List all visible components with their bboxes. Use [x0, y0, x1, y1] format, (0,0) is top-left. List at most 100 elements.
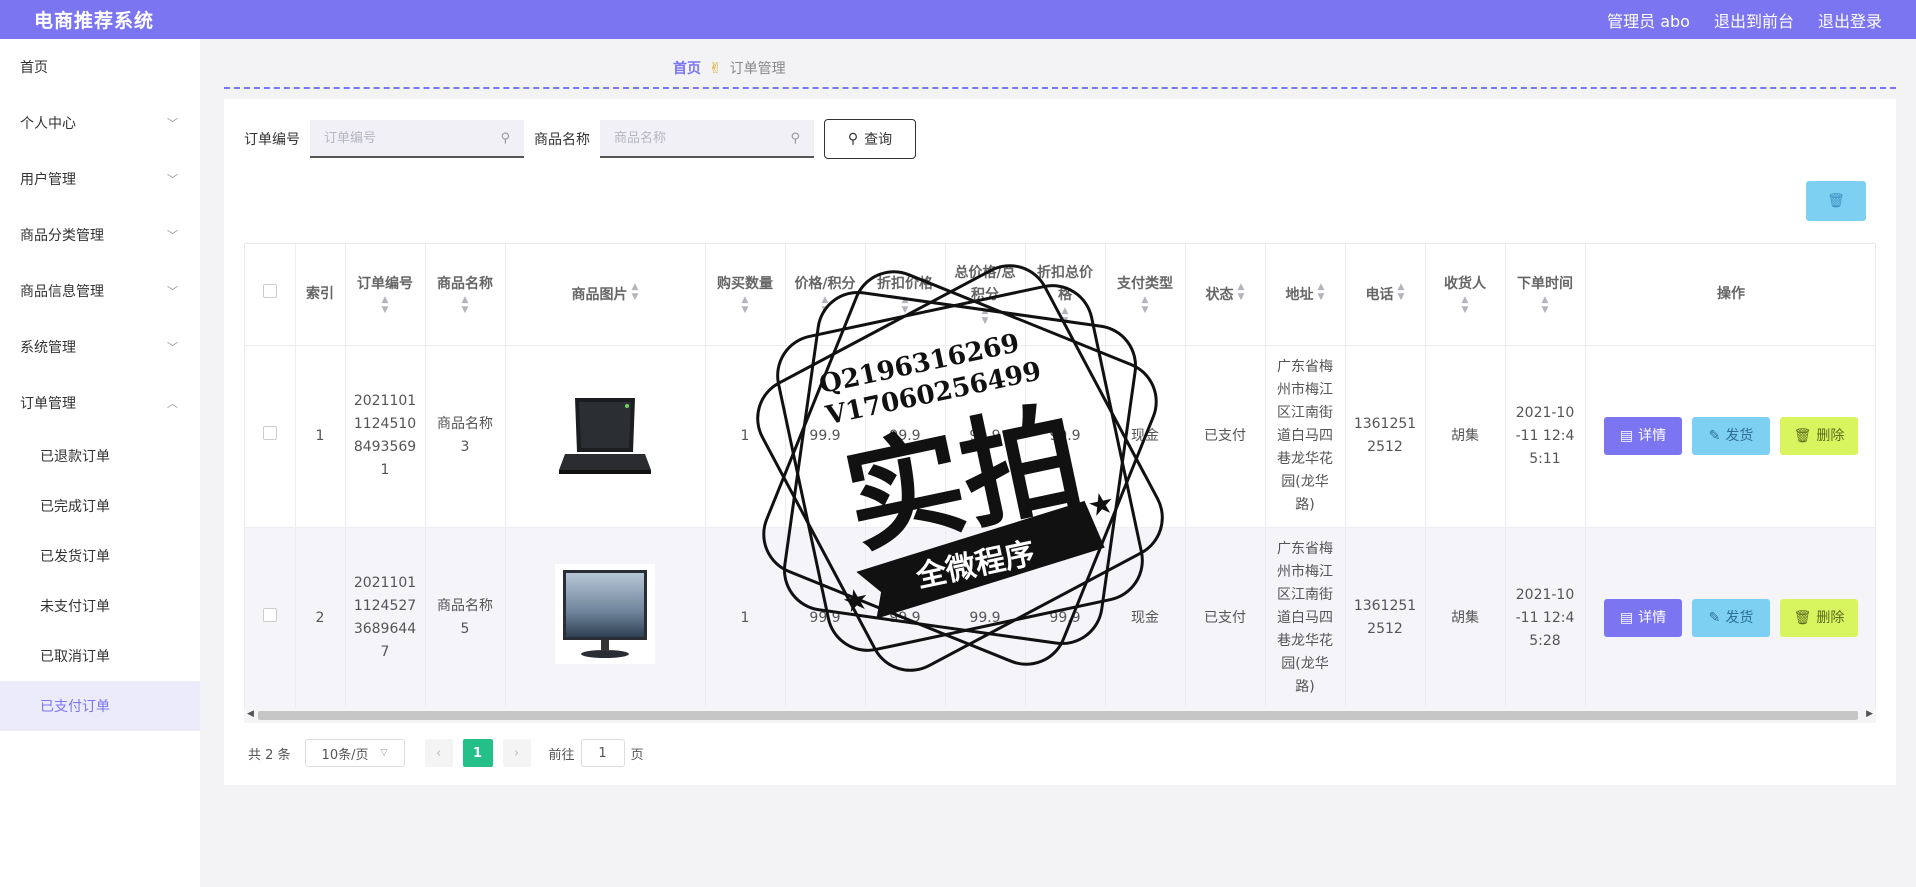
sidebar-item-product-management[interactable]: 商品信息管理 ﹀	[0, 263, 200, 319]
sort-icon[interactable]: ▲ ▼	[712, 295, 779, 315]
goto-page-input[interactable]	[580, 739, 625, 767]
chevron-down-icon: ﹀	[167, 173, 178, 186]
sort-icon[interactable]: ▲ ▼	[632, 282, 639, 302]
trash-icon: 🗑	[1793, 427, 1812, 444]
document-icon: ▤	[1619, 609, 1634, 626]
batch-delete-button[interactable]: 🗑	[1806, 181, 1866, 221]
table-header-row: 索引 订单编号 ▲ ▼ 商品名称 ▲ ▼ 商品图片 ▲ ▼ 购买数量 ▲ ▼ 价格/积分 ▲ ▼ 折…	[245, 244, 1875, 346]
row-checkbox[interactable]	[262, 425, 277, 440]
col-pay-type[interactable]: 支付类型 ▲ ▼	[1105, 244, 1186, 346]
cell-operations: ▤ 详情 ✎ 发货 🗑 删除	[1585, 527, 1875, 710]
col-total[interactable]: 总价格/总积分 ▲ ▼	[945, 244, 1026, 346]
scrollbar-thumb[interactable]	[258, 711, 1858, 720]
col-receiver[interactable]: 收货人 ▲ ▼	[1425, 244, 1506, 346]
search-icon: ⚲	[500, 130, 510, 146]
sort-icon[interactable]: ▲ ▼	[1318, 282, 1325, 302]
sidebar-item-order-management[interactable]: 订单管理 ︿	[0, 375, 200, 431]
query-button[interactable]: ⚲ 查询	[824, 119, 916, 159]
col-operations: 操作	[1585, 244, 1875, 346]
product-name-input[interactable]	[614, 130, 791, 146]
sort-icon[interactable]: ▲ ▼	[1398, 282, 1405, 302]
col-price[interactable]: 价格/积分 ▲ ▼	[785, 244, 866, 346]
order-list-card: 订单编号 ⚲ 商品名称 ⚲ ⚲ 查询 🗑	[224, 99, 1896, 785]
sort-icon[interactable]: ▲ ▼	[872, 295, 939, 315]
order-no-input[interactable]	[324, 130, 501, 146]
sidebar-subitem-paid-orders[interactable]: 已支付订单	[0, 681, 200, 731]
order-no-field-wrap: ⚲	[310, 120, 524, 158]
detail-button[interactable]: ▤ 详情	[1604, 599, 1682, 637]
cell-operations: ▤ 详情 ✎ 发货 🗑 删除	[1585, 345, 1875, 528]
page-number-current[interactable]: 1	[462, 739, 493, 767]
delete-button[interactable]: 🗑 删除	[1780, 417, 1858, 455]
cell-order-no: 2021101 1124527 3689644 7	[345, 527, 426, 710]
col-discount-price[interactable]: 折扣价格 ▲ ▼	[865, 244, 946, 346]
delete-button[interactable]: 🗑 删除	[1780, 599, 1858, 637]
sort-icon[interactable]: ▲ ▼	[1512, 295, 1579, 315]
col-quantity[interactable]: 购买数量 ▲ ▼	[705, 244, 786, 346]
sort-icon[interactable]: ▲ ▼	[952, 306, 1019, 326]
detail-button[interactable]: ▤ 详情	[1604, 417, 1682, 455]
ship-button[interactable]: ✎ 发货	[1692, 599, 1770, 637]
sidebar-item-label: 首页	[20, 60, 48, 76]
col-product-image[interactable]: 商品图片 ▲ ▼	[505, 244, 706, 346]
chevron-down-icon: ﹀	[167, 285, 178, 298]
exit-to-front-link[interactable]: 退出到前台	[1714, 8, 1794, 32]
product-name-field-wrap: ⚲	[600, 120, 814, 158]
scroll-left-icon[interactable]: ◀	[247, 709, 254, 719]
sort-icon[interactable]: ▲ ▼	[352, 295, 419, 315]
sidebar-subitem-completed-orders[interactable]: 已完成订单	[0, 481, 200, 531]
breadcrumb-home[interactable]: 首页	[673, 58, 701, 78]
sidebar-subitem-cancelled-orders[interactable]: 已取消订单	[0, 631, 200, 681]
cell-receiver: 胡集	[1425, 345, 1506, 528]
laptop-image	[555, 385, 655, 485]
cell-pay-type: 现金	[1105, 345, 1186, 528]
order-no-label: 订单编号	[244, 132, 300, 148]
next-page-button[interactable]: ›	[502, 739, 531, 767]
cell-receiver: 胡集	[1425, 527, 1506, 710]
sidebar-item-home[interactable]: 首页	[0, 39, 200, 95]
col-order-time[interactable]: 下单时间 ▲ ▼	[1505, 244, 1586, 346]
sort-icon[interactable]: ▲ ▼	[1238, 282, 1245, 302]
horizontal-scrollbar[interactable]: ◀ ▶	[244, 707, 1876, 723]
chevron-down-icon: ﹀	[167, 341, 178, 354]
prev-page-button[interactable]: ‹	[424, 739, 453, 767]
sidebar-subitem-shipped-orders[interactable]: 已发货订单	[0, 531, 200, 581]
row-checkbox[interactable]	[262, 607, 277, 622]
sort-icon[interactable]: ▲ ▼	[1112, 295, 1179, 315]
sidebar-item-user-management[interactable]: 用户管理 ﹀	[0, 151, 200, 207]
sidebar-item-category-management[interactable]: 商品分类管理 ﹀	[0, 207, 200, 263]
cell-qty: 1	[705, 345, 786, 528]
logout-link[interactable]: 退出登录	[1818, 8, 1882, 32]
scroll-right-icon[interactable]: ▶	[1866, 709, 1873, 719]
cell-pay-type: 现金	[1105, 527, 1186, 710]
sidebar-item-label: 商品分类管理	[20, 228, 104, 244]
sort-icon[interactable]: ▲ ▼	[792, 295, 859, 315]
sidebar-subitem-unpaid-orders[interactable]: 未支付订单	[0, 581, 200, 631]
chevron-right-icon: ›	[513, 745, 520, 761]
sidebar-item-label: 个人中心	[20, 116, 76, 132]
sort-icon[interactable]: ▲ ▼	[432, 295, 499, 315]
cell-qty: 1	[705, 527, 786, 710]
col-status[interactable]: 状态 ▲ ▼	[1185, 244, 1266, 346]
table-row: 1 2021101 1124510 8493569 1 商品名称 3 1 99.…	[245, 345, 1875, 528]
trash-icon: 🗑	[1793, 609, 1812, 626]
breadcrumb-divider	[224, 87, 1896, 89]
cell-product-name: 商品名称 5	[425, 527, 506, 710]
ship-button[interactable]: ✎ 发货	[1692, 417, 1770, 455]
col-discount-total[interactable]: 折扣总价格 ▲ ▼	[1025, 244, 1106, 346]
sidebar-item-system-management[interactable]: 系统管理 ﹀	[0, 319, 200, 375]
page-size-select[interactable]: 10条/页 ▽	[304, 739, 405, 767]
sidebar-subitem-refunded-orders[interactable]: 已退款订单	[0, 431, 200, 481]
col-phone[interactable]: 电话 ▲ ▼	[1345, 244, 1426, 346]
sort-icon[interactable]: ▲ ▼	[1032, 306, 1099, 326]
sort-icon[interactable]: ▲ ▼	[1432, 295, 1499, 315]
col-address[interactable]: 地址 ▲ ▼	[1265, 244, 1346, 346]
cell-product-name: 商品名称 3	[425, 345, 506, 528]
col-product-name[interactable]: 商品名称 ▲ ▼	[425, 244, 506, 346]
col-order-no[interactable]: 订单编号 ▲ ▼	[345, 244, 426, 346]
product-name-label: 商品名称	[534, 132, 590, 148]
cell-price: 99.9	[785, 527, 866, 710]
select-all-checkbox[interactable]	[262, 284, 277, 299]
cell-index: 1	[295, 345, 346, 528]
sidebar-item-personal-center[interactable]: 个人中心 ﹀	[0, 95, 200, 151]
